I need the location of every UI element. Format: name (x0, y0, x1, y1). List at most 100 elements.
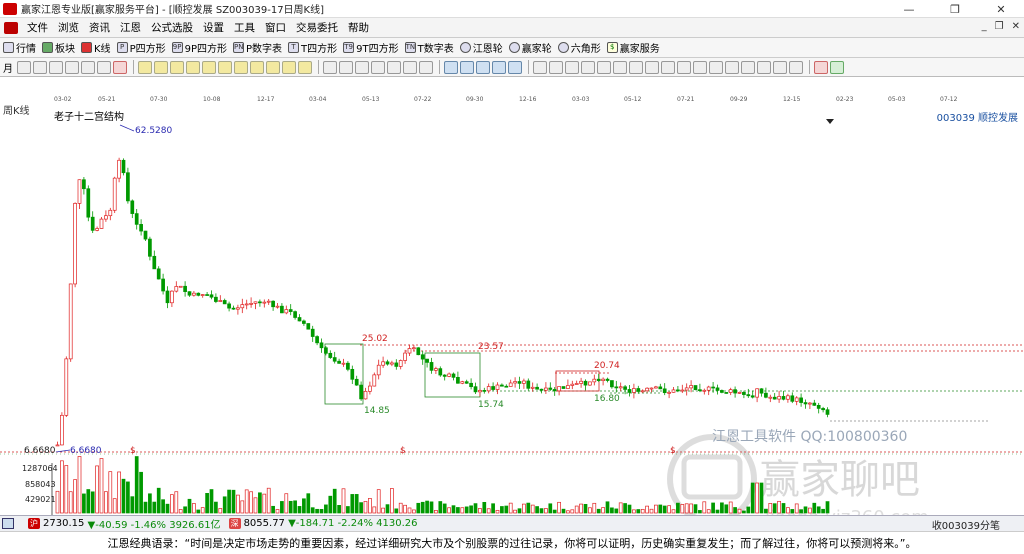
volume-bar (671, 509, 676, 514)
line-tool-icon[interactable] (419, 60, 433, 74)
move-up-icon[interactable] (234, 60, 248, 74)
child-minimize-button[interactable]: _ (982, 21, 987, 32)
percent-icon[interactable] (565, 60, 579, 74)
toolbar-t-square-button[interactable]: T T四方形 (285, 40, 340, 55)
toolbar-winner-wheel-button[interactable]: 赢家轮 (506, 40, 555, 55)
volume-bar (302, 498, 306, 514)
tool-icon[interactable] (741, 60, 755, 74)
tool-icon[interactable] (709, 60, 723, 74)
candle-body (724, 392, 729, 394)
tool-icon[interactable] (645, 60, 659, 74)
toolbar-p-square-button[interactable]: P P四方形 (114, 40, 169, 55)
move-down-icon[interactable] (250, 60, 264, 74)
toolbar-p-numtable-button[interactable]: PN P数字表 (230, 40, 285, 55)
toolbar-hexagon-button[interactable]: 六角形 (555, 40, 604, 55)
line-tool-icon[interactable] (371, 60, 385, 74)
tool-icon[interactable] (693, 60, 707, 74)
grid-icon[interactable] (2, 518, 14, 529)
calendar-icon[interactable] (444, 60, 458, 74)
menu-formula[interactable]: 公式选股 (146, 20, 198, 35)
tool-icon[interactable] (81, 60, 95, 74)
status-right-text[interactable]: 收003039分笔 (932, 517, 1000, 532)
gann-fan-icon[interactable] (549, 60, 563, 74)
time-tick: 07-30 (150, 96, 168, 103)
menu-tools[interactable]: 工具 (229, 20, 260, 35)
toolbar-service-button[interactable]: $ 赢家服务 (604, 40, 663, 55)
color-wheel-icon[interactable] (814, 60, 828, 74)
menu-file[interactable]: 文件 (22, 20, 53, 35)
volume-layer (55, 456, 830, 514)
tool-icon[interactable] (49, 60, 63, 74)
volume-bar (684, 503, 689, 514)
volume-bar (574, 505, 579, 514)
fib-icon[interactable] (533, 60, 547, 74)
volume-bar (104, 491, 108, 514)
menu-window[interactable]: 窗口 (260, 20, 291, 35)
print-icon[interactable] (492, 60, 506, 74)
toolbar-board-button[interactable]: 板块 (39, 40, 78, 55)
nav-next-icon[interactable] (186, 60, 200, 74)
menu-gann[interactable]: 江恩 (115, 20, 146, 35)
candle-body (302, 320, 306, 324)
tool-icon[interactable] (613, 60, 627, 74)
hand-icon[interactable] (323, 60, 337, 74)
menu-info[interactable]: 资讯 (84, 20, 115, 35)
line-tool-icon[interactable] (355, 60, 369, 74)
calculator-icon[interactable] (460, 60, 474, 74)
toolbar-gann-wheel-button[interactable]: 江恩轮 (457, 40, 506, 55)
chevron-down-icon[interactable] (826, 119, 834, 124)
tool-icon[interactable] (65, 60, 79, 74)
line-tool-icon[interactable] (387, 60, 401, 74)
toolbar-kline-button[interactable]: K线 (78, 40, 114, 55)
volume-bar (368, 498, 372, 514)
tool-icon[interactable] (597, 60, 611, 74)
kline-chart[interactable]: 赢家聊吧 jiaoba.yjz360.com 江恩工具软件 QQ:1008003… (0, 105, 1024, 515)
nav-prev-icon[interactable] (170, 60, 184, 74)
toolbar-9p-square-button[interactable]: 9P 9P四方形 (169, 40, 230, 55)
tool-icon[interactable] (266, 60, 280, 74)
child-restore-button[interactable]: ❐ (995, 21, 1004, 32)
tool-icon[interactable] (282, 60, 296, 74)
flag-icon[interactable] (113, 60, 127, 74)
menu-trade[interactable]: 交易委托 (291, 20, 343, 35)
tool-icon[interactable] (661, 60, 675, 74)
zoom-in-icon[interactable] (202, 60, 216, 74)
tool-icon[interactable] (757, 60, 771, 74)
save-icon[interactable] (476, 60, 490, 74)
tool-icon[interactable] (33, 60, 47, 74)
tool-icon[interactable] (17, 60, 31, 74)
menu-browse[interactable]: 浏览 (53, 20, 84, 35)
tool-icon[interactable] (789, 60, 803, 74)
tool-icon[interactable] (581, 60, 595, 74)
close-button[interactable]: ✕ (978, 0, 1024, 18)
volume-bar (742, 510, 746, 514)
tool-icon[interactable] (508, 60, 522, 74)
box-label-low: 14.85 (364, 406, 390, 416)
menu-help[interactable]: 帮助 (343, 20, 374, 35)
zoom-out-icon[interactable] (218, 60, 232, 74)
tool-icon[interactable] (97, 60, 111, 74)
tool-icon[interactable] (298, 60, 312, 74)
tool-icon[interactable] (629, 60, 643, 74)
volume-bar (108, 471, 113, 514)
maximize-button[interactable]: ❐ (932, 0, 978, 18)
infinity-icon[interactable] (830, 60, 844, 74)
volume-bar (262, 493, 267, 514)
menu-settings[interactable]: 设置 (198, 20, 229, 35)
tool-icon[interactable] (677, 60, 691, 74)
candle-body (728, 389, 733, 393)
tool-icon[interactable] (725, 60, 739, 74)
nav-first-icon[interactable] (138, 60, 152, 74)
child-close-button[interactable]: ✕ (1012, 21, 1020, 32)
toolbar-quote-button[interactable]: 行情 (0, 40, 39, 55)
separator (318, 60, 319, 74)
toolbar-9t-square-button[interactable]: T9 9T四方形 (340, 40, 401, 55)
candle-body (623, 386, 627, 390)
period-select[interactable]: 月 (3, 60, 13, 75)
nav-last-icon[interactable] (154, 60, 168, 74)
toolbar-t-numtable-button[interactable]: TN T数字表 (402, 40, 457, 55)
crosshair-icon[interactable] (339, 60, 353, 74)
minimize-button[interactable]: — (886, 0, 932, 18)
line-tool-icon[interactable] (403, 60, 417, 74)
tool-icon[interactable] (773, 60, 787, 74)
